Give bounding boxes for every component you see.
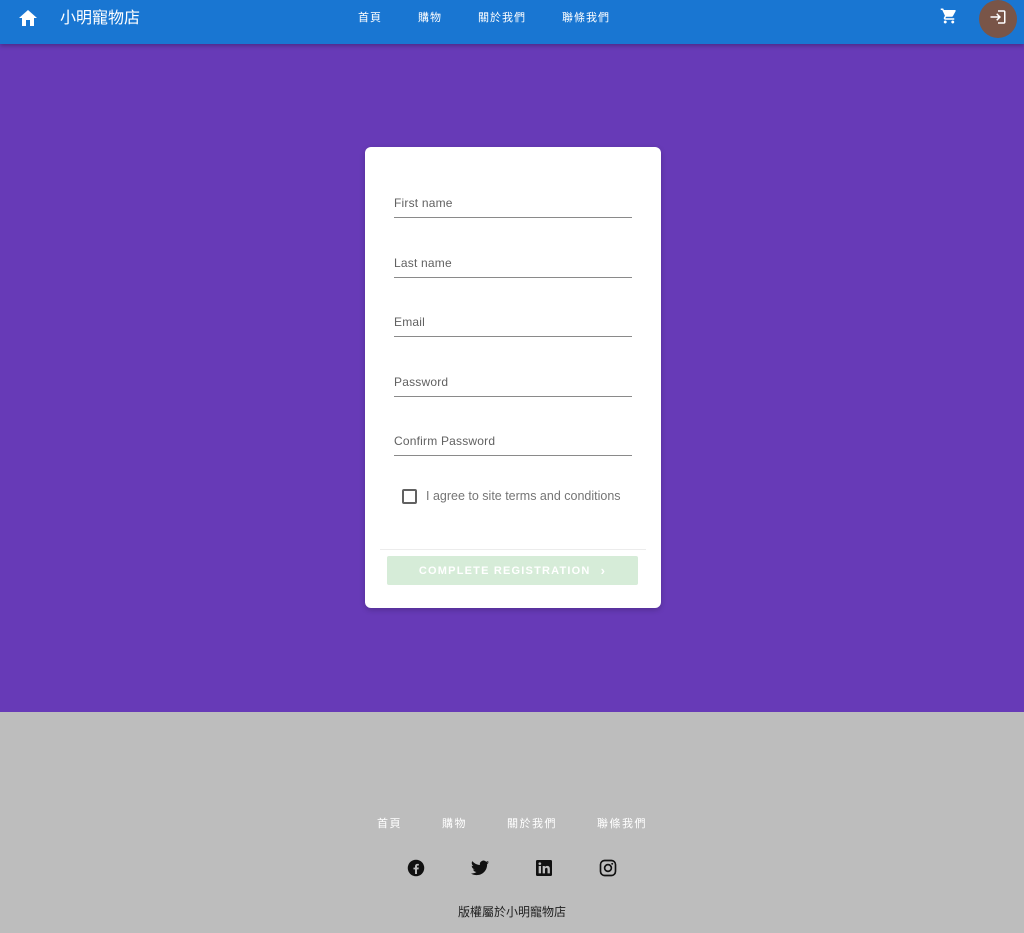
footer-link-contact[interactable]: 聯條我們 (597, 815, 647, 831)
footer-link-shop[interactable]: 購物 (442, 815, 467, 831)
registration-card: First name Last name Email Password Conf… (365, 147, 661, 608)
chevron-right-icon: › (600, 563, 607, 578)
social-links (0, 859, 1024, 881)
instagram-button[interactable] (598, 859, 618, 881)
home-icon (19, 10, 37, 30)
top-app-bar: 小明寵物店 首頁 購物 關於我們 聯條我們 (0, 0, 1024, 44)
instagram-icon (599, 859, 617, 881)
nav-link-contact[interactable]: 聯條我們 (544, 0, 628, 36)
footer-nav: 首頁 購物 關於我們 聯條我們 (0, 815, 1024, 831)
last-name-field[interactable]: Last name (394, 242, 632, 278)
linkedin-icon (536, 860, 552, 880)
first-name-field[interactable]: First name (394, 182, 632, 218)
facebook-icon (407, 859, 425, 881)
password-field[interactable]: Password (394, 361, 632, 397)
confirm-password-field[interactable]: Confirm Password (394, 420, 632, 456)
confirm-password-input[interactable] (394, 420, 632, 455)
twitter-icon (471, 860, 489, 880)
email-input[interactable] (394, 301, 632, 336)
email-field[interactable]: Email (394, 301, 632, 337)
site-footer: 首頁 購物 關於我們 聯條我們 版權屬於小明寵物店 (0, 712, 1024, 933)
complete-registration-button[interactable]: COMPLETE REGISTRATION › (387, 556, 638, 585)
last-name-input[interactable] (394, 242, 632, 277)
home-button[interactable] (16, 8, 40, 32)
terms-row[interactable]: I agree to site terms and conditions (402, 487, 621, 505)
complete-registration-label: COMPLETE REGISTRATION (418, 564, 591, 577)
terms-checkbox[interactable] (402, 488, 417, 504)
card-divider (380, 549, 646, 550)
shopping-cart-icon (940, 7, 958, 29)
brand-title[interactable]: 小明寵物店 (60, 0, 140, 36)
first-name-input[interactable] (394, 182, 632, 217)
password-input[interactable] (394, 361, 632, 396)
twitter-button[interactable] (470, 860, 490, 880)
login-button[interactable] (979, 0, 1017, 38)
cart-button[interactable] (937, 6, 961, 30)
main-nav: 首頁 購物 關於我們 聯條我們 (340, 0, 628, 36)
linkedin-button[interactable] (534, 860, 554, 880)
nav-link-about[interactable]: 關於我們 (460, 0, 544, 36)
login-icon (989, 8, 1007, 30)
nav-link-shop[interactable]: 購物 (400, 0, 460, 36)
terms-label[interactable]: I agree to site terms and conditions (426, 489, 621, 503)
facebook-button[interactable] (406, 859, 426, 881)
footer-link-about[interactable]: 關於我們 (507, 815, 557, 831)
copyright-text: 版權屬於小明寵物店 (457, 905, 566, 919)
footer-link-home[interactable]: 首頁 (377, 815, 402, 831)
nav-link-home[interactable]: 首頁 (340, 0, 400, 36)
